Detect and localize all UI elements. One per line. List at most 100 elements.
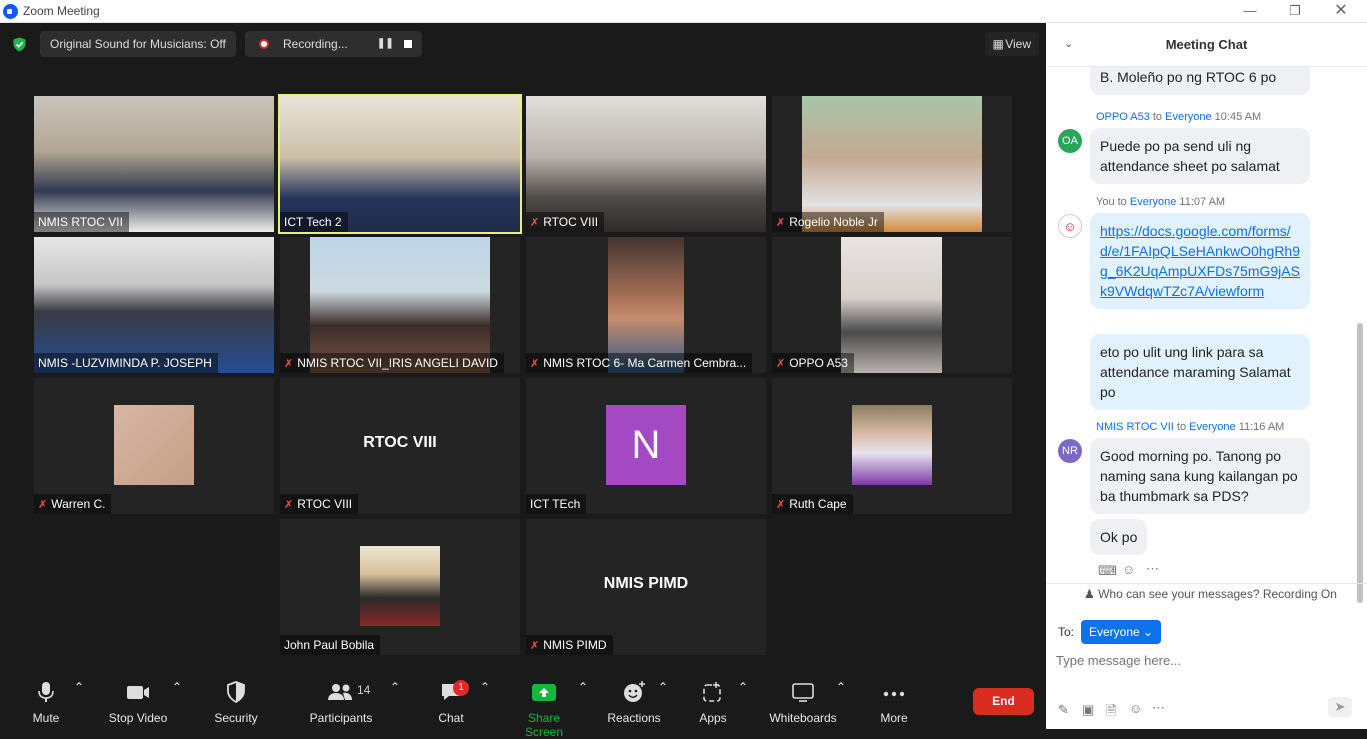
participants-count: 14 [357, 683, 371, 697]
user-avatar-icon: ☺ [1058, 214, 1082, 238]
recipient-dropdown[interactable]: Everyone ⌄ [1081, 620, 1162, 644]
participant-avatar [360, 546, 440, 626]
reactions-button[interactable]: Reactions [604, 680, 664, 726]
share-caret-icon[interactable]: ⌃ [578, 680, 588, 726]
chat-message: Puede po pa send uli ng attendance sheet… [1090, 128, 1310, 184]
title-bar: Zoom Meeting — ❐ ✕ [0, 0, 1367, 23]
participant-name: ICT TEch [526, 494, 587, 514]
mute-button[interactable]: Mute [22, 680, 70, 726]
participant-name: ✗ RTOC VIII [526, 212, 605, 232]
muted-mic-icon: ✗ [530, 217, 540, 229]
more-button[interactable]: More [876, 680, 912, 726]
message-meta: NMIS RTOC VII to Everyone 11:16 AM [1096, 421, 1285, 433]
attach-file-icon[interactable]: 🗎 [1106, 702, 1116, 724]
participant-avatar [114, 405, 194, 485]
chat-scrollbar[interactable] [1357, 323, 1363, 603]
whiteboards-label: Whiteboards [769, 711, 837, 725]
chevron-down-icon: ⌄ [1143, 625, 1154, 639]
reply-icon[interactable]: ⌨ [1098, 563, 1117, 579]
minimize-icon[interactable]: — [1227, 0, 1273, 22]
participant-tile[interactable]: ✗ RTOC VIII [526, 96, 766, 232]
apps-caret-icon[interactable]: ⌃ [738, 680, 748, 726]
composer-more-icon[interactable]: ⋯ [1152, 700, 1165, 716]
video-options-caret-icon[interactable]: ⌃ [172, 680, 182, 726]
participant-tile[interactable]: ✗ NMIS RTOC VII_IRIS ANGELI DAVID [280, 237, 520, 373]
participant-tile[interactable]: NMIS -LUZVIMINDA P. JOSEPH [34, 237, 274, 373]
participants-caret-icon[interactable]: ⌃ [390, 680, 400, 726]
participant-name: ✗ NMIS RTOC 6- Ma Carmen Cembra... [526, 353, 753, 373]
muted-mic-icon: ✗ [776, 358, 786, 370]
muted-mic-icon: ✗ [530, 640, 540, 652]
muted-mic-icon: ✗ [284, 358, 294, 370]
whiteboards-button[interactable]: Whiteboards [766, 680, 840, 726]
participant-tile[interactable]: N ICT TEch [526, 378, 766, 514]
chat-messages: B. Moleño po ng RTOC 6 po OPPO A53 to Ev… [1046, 67, 1367, 607]
participant-tile[interactable]: NMIS RTOC VII [34, 96, 274, 232]
participant-name: John Paul Bobila [280, 635, 381, 655]
participant-name: ✗ OPPO A53 [772, 353, 854, 373]
chat-caret-icon[interactable]: ⌃ [480, 680, 490, 726]
close-icon[interactable]: ✕ [1318, 0, 1364, 22]
stop-recording-icon[interactable] [404, 40, 412, 48]
participant-tile[interactable]: ✗ NMIS RTOC 6- Ma Carmen Cembra... [526, 237, 766, 373]
muted-mic-icon: ✗ [38, 499, 48, 511]
zoom-logo-icon [3, 4, 18, 19]
end-meeting-button[interactable]: End [973, 688, 1034, 715]
form-link[interactable]: https://docs.google.com/forms/d/e/1FAIpQ… [1100, 223, 1300, 299]
apps-icon [703, 682, 721, 702]
audio-options-caret-icon[interactable]: ⌃ [74, 680, 84, 726]
apps-button[interactable]: Apps [696, 680, 730, 726]
whiteboards-caret-icon[interactable]: ⌃ [836, 680, 846, 726]
chat-title: Meeting Chat [1165, 37, 1248, 52]
message-meta: You to Everyone 11:07 AM [1096, 196, 1226, 208]
chat-button[interactable]: 1 Chat [432, 680, 470, 726]
send-icon[interactable]: ➤ [1328, 697, 1352, 717]
security-shield-icon [227, 681, 245, 704]
divider [1046, 583, 1367, 584]
visibility-notice[interactable]: ♟ Who can see your messages? Recording O… [1084, 587, 1337, 601]
screenshot-icon[interactable]: ▣ [1082, 702, 1094, 718]
participant-tile[interactable]: ✗ OPPO A53 [772, 237, 1012, 373]
add-reaction-icon[interactable]: ☺ [1122, 562, 1135, 577]
mute-label: Mute [32, 711, 60, 725]
participants-button[interactable]: 14 Participants [306, 680, 376, 726]
chat-label: Chat [438, 711, 464, 725]
original-sound-toggle[interactable]: Original Sound for Musicians: Off [40, 31, 236, 57]
message-more-icon[interactable]: ⋯ [1146, 561, 1159, 577]
participant-tile[interactable]: NMIS PIMD ✗ NMIS PIMD [526, 519, 766, 655]
stop-video-label: Stop Video [108, 711, 168, 725]
apps-label: Apps [699, 711, 727, 725]
participant-tile[interactable]: RTOC VIII ✗ RTOC VIII [280, 378, 520, 514]
pause-recording-icon[interactable]: ❚❚ [377, 31, 394, 57]
participant-name: ✗ RTOC VIII [280, 494, 359, 514]
participant-tile[interactable]: John Paul Bobila [280, 519, 520, 655]
muted-mic-icon: ✗ [776, 217, 786, 229]
view-button[interactable]: ▦ View [984, 32, 1039, 56]
muted-mic-icon: ✗ [284, 499, 294, 511]
reactions-caret-icon[interactable]: ⌃ [658, 680, 668, 726]
participant-tile[interactable]: ✗ Ruth Cape [772, 378, 1012, 514]
participant-tile[interactable]: ✗ Warren C. [34, 378, 274, 514]
participant-tile[interactable]: ✗ Rogelio Noble Jr [772, 96, 1012, 232]
share-screen-label: Share Screen [524, 711, 564, 739]
emoji-icon[interactable]: ☺ [1129, 701, 1142, 716]
record-dot-icon [259, 39, 269, 49]
message-input[interactable] [1056, 648, 1346, 672]
recording-label: Recording... [283, 37, 348, 51]
participant-tile-active-speaker[interactable]: ICT Tech 2 [278, 94, 522, 234]
stop-video-button[interactable]: Stop Video [106, 680, 170, 726]
participant-name: NMIS -LUZVIMINDA P. JOSEPH [34, 353, 218, 373]
encryption-shield-icon[interactable] [12, 37, 27, 52]
format-text-icon[interactable]: ✎ [1058, 702, 1069, 718]
whiteboard-icon [792, 683, 814, 702]
meeting-chat-panel: ⌄ Meeting Chat B. Moleño po ng RTOC 6 po… [1046, 23, 1367, 729]
share-screen-button[interactable]: Share Screen [508, 680, 580, 739]
view-label: View [1005, 37, 1031, 51]
visibility-text: Who can see your messages? Recording On [1098, 587, 1337, 601]
restore-icon[interactable]: ❐ [1272, 0, 1318, 22]
participant-name: ✗ Ruth Cape [772, 494, 853, 514]
share-screen-icon [532, 684, 556, 701]
participant-name: ✗ NMIS RTOC VII_IRIS ANGELI DAVID [280, 353, 504, 373]
security-button[interactable]: Security [210, 680, 262, 726]
window-title: Zoom Meeting [23, 4, 100, 18]
